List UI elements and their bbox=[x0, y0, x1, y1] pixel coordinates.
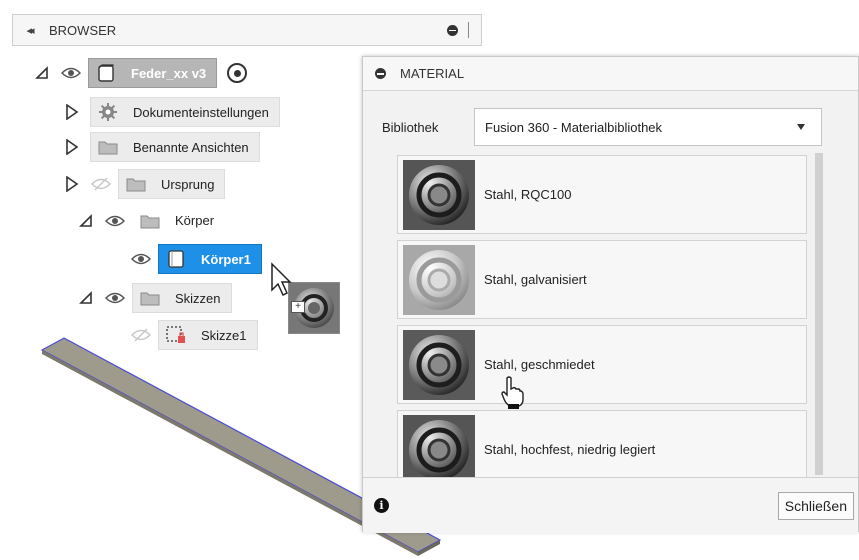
folder-icon bbox=[125, 174, 147, 194]
material-panel-title: MATERIAL bbox=[400, 66, 465, 81]
library-dropdown[interactable]: Fusion 360 - Materialbibliothek bbox=[474, 108, 822, 146]
expanded-triangle-icon[interactable] bbox=[78, 213, 94, 229]
material-name: Stahl, hochfest, niedrig legiert bbox=[484, 442, 656, 457]
root-component-label: Feder_xx v3 bbox=[131, 65, 207, 81]
body1-label: Körper1 bbox=[201, 251, 251, 267]
material-swatch-icon bbox=[400, 157, 478, 233]
library-dropdown-value: Fusion 360 - Materialbibliothek bbox=[485, 119, 663, 135]
eye-icon[interactable] bbox=[104, 213, 126, 229]
material-swatch-icon bbox=[400, 242, 478, 318]
material-panel: MATERIAL Bibliothek Fusion 360 - Materia… bbox=[362, 56, 859, 533]
material-item[interactable]: Stahl, galvanisiert bbox=[397, 240, 807, 319]
info-icon[interactable]: i bbox=[374, 498, 389, 513]
eye-hidden-icon[interactable] bbox=[90, 176, 112, 192]
collapse-browser-icon[interactable]: ◂◂ bbox=[17, 24, 41, 37]
body1-node[interactable]: Körper1 bbox=[158, 244, 262, 274]
folder-icon bbox=[139, 288, 161, 308]
minimize-browser-icon[interactable] bbox=[447, 24, 458, 36]
folder-icon bbox=[139, 211, 161, 231]
material-name: Stahl, geschmiedet bbox=[484, 357, 595, 372]
sketches-folder-label: Skizzen bbox=[175, 290, 221, 306]
material-item[interactable]: Stahl, RQC100 bbox=[397, 155, 807, 234]
hand-cursor-icon bbox=[501, 376, 524, 409]
collapsed-triangle-icon[interactable] bbox=[64, 176, 80, 192]
material-item[interactable]: Stahl, hochfest, niedrig legiert bbox=[397, 410, 807, 477]
sketches-folder-node[interactable]: Skizzen bbox=[132, 283, 232, 313]
activate-component-icon[interactable] bbox=[227, 63, 248, 83]
gear-icon bbox=[97, 102, 119, 122]
material-swatch-icon bbox=[400, 327, 478, 403]
root-component-node[interactable]: Feder_xx v3 bbox=[88, 58, 218, 88]
browser-title: BROWSER bbox=[49, 22, 117, 38]
collapsed-triangle-icon[interactable] bbox=[64, 104, 80, 120]
minimize-panel-icon[interactable] bbox=[375, 68, 386, 79]
tree-row-origin: Ursprung bbox=[64, 168, 226, 200]
eye-icon[interactable] bbox=[104, 290, 126, 306]
component-icon bbox=[95, 63, 117, 83]
collapsed-triangle-icon[interactable] bbox=[64, 139, 80, 155]
material-panel-footer: i Schließen bbox=[363, 477, 858, 533]
material-list-scrollbar[interactable] bbox=[815, 153, 823, 475]
drop-plus-icon: + bbox=[291, 301, 305, 313]
close-button[interactable]: Schließen bbox=[777, 492, 854, 520]
folder-icon bbox=[97, 137, 119, 157]
material-name: Stahl, galvanisiert bbox=[484, 272, 587, 287]
tree-row-sketches: Skizzen bbox=[78, 282, 232, 314]
eye-icon[interactable] bbox=[60, 65, 82, 81]
library-row: Bibliothek Fusion 360 - Materialbiblioth… bbox=[363, 107, 858, 147]
bodies-folder-node[interactable]: Körper bbox=[132, 206, 225, 236]
origin-label: Ursprung bbox=[161, 176, 215, 192]
browser-header-separator bbox=[468, 22, 469, 38]
document-settings-label: Dokumenteinstellungen bbox=[133, 104, 269, 120]
material-item[interactable]: Stahl, geschmiedet bbox=[397, 325, 807, 404]
tree-row-root: Feder_xx v3 bbox=[34, 57, 248, 89]
expanded-triangle-icon[interactable] bbox=[34, 65, 50, 81]
tree-row-body1: Körper1 bbox=[130, 243, 262, 275]
browser-header: ◂◂ BROWSER bbox=[12, 14, 482, 46]
material-list: Stahl, RQC100 Stahl, galvanisiert Stahl,… bbox=[397, 155, 807, 477]
material-swatch-icon bbox=[400, 412, 478, 477]
named-views-node[interactable]: Benannte Ansichten bbox=[90, 132, 260, 162]
bodies-folder-label: Körper bbox=[175, 213, 215, 228]
expanded-triangle-icon[interactable] bbox=[78, 290, 94, 306]
body-icon bbox=[165, 249, 187, 269]
chevron-down-icon bbox=[797, 124, 805, 130]
tree-row-bodies: Körper bbox=[78, 205, 225, 237]
eye-icon[interactable] bbox=[130, 251, 152, 267]
library-label: Bibliothek bbox=[382, 119, 439, 135]
document-settings-node[interactable]: Dokumenteinstellungen bbox=[90, 97, 280, 127]
origin-node[interactable]: Ursprung bbox=[118, 169, 226, 199]
arrow-cursor-icon bbox=[271, 262, 292, 297]
tree-row-document-settings: Dokumenteinstellungen bbox=[64, 96, 280, 128]
named-views-label: Benannte Ansichten bbox=[133, 139, 249, 155]
material-panel-header: MATERIAL bbox=[363, 57, 858, 91]
tree-row-named-views: Benannte Ansichten bbox=[64, 131, 260, 163]
material-name: Stahl, RQC100 bbox=[484, 187, 572, 202]
